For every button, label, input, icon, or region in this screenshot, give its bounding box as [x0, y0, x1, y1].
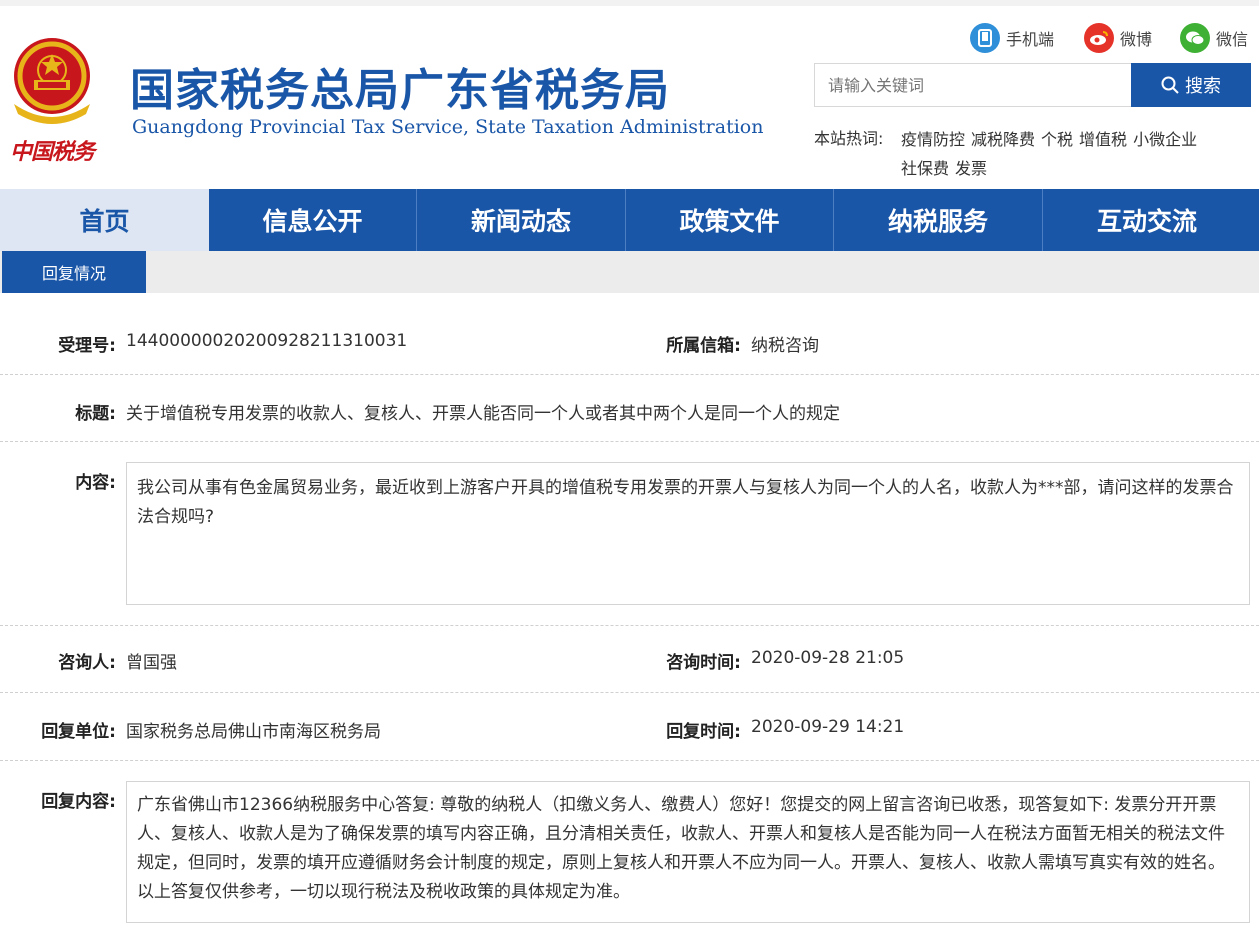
- mobile-link[interactable]: 手机端: [970, 23, 1054, 53]
- detail-row-content: 内容: 我公司从事有色金属贸易业务，最近收到上游客户开具的增值税专用发票的开票人…: [0, 442, 1259, 626]
- hot-words-list: 疫情防控减税降费个税增值税小微企业社保费发票: [901, 125, 1246, 183]
- detail-row-title: 标题: 关于增值税专用发票的收款人、复核人、开票人能否同一个人或者其中两个人是同…: [0, 375, 1259, 442]
- detail-row-asker: 咨询人: 曾国强 咨询时间: 2020-09-28 21:05: [0, 626, 1259, 693]
- asker-label: 咨询人:: [58, 648, 116, 673]
- content-box: 我公司从事有色金属贸易业务，最近收到上游客户开具的增值税专用发票的开票人与复核人…: [126, 462, 1250, 605]
- accept-no-label: 受理号:: [58, 331, 116, 356]
- detail-row-reply-unit: 回复单位: 国家税务总局佛山市南海区税务局 回复时间: 2020-09-29 1…: [0, 693, 1259, 761]
- nav-item-policy[interactable]: 政策文件: [626, 189, 834, 251]
- reply-content-label: 回复内容:: [41, 787, 116, 812]
- site-subtitle: Guangdong Provincial Tax Service, State …: [132, 116, 763, 138]
- main-nav: 首页 信息公开 新闻动态 政策文件 纳税服务 互动交流: [0, 189, 1259, 251]
- site-header: 中国税务 国家税务总局广东省税务局 Guangdong Provincial T…: [0, 6, 1259, 189]
- ask-time-label: 咨询时间:: [666, 648, 741, 673]
- detail-row-accept: 受理号: 1440000002020092821131​0031 所属信箱: 纳…: [0, 293, 1259, 375]
- nav-item-interaction[interactable]: 互动交流: [1043, 189, 1251, 251]
- tab-reply-status[interactable]: 回复情况: [2, 251, 146, 293]
- nav-item-news[interactable]: 新闻动态: [417, 189, 626, 251]
- reply-time-value: 2020-09-29 14:21: [751, 717, 904, 737]
- wechat-link[interactable]: 微信: [1180, 23, 1248, 53]
- hot-word[interactable]: 减税降费: [971, 130, 1035, 149]
- ask-time-value: 2020-09-28 21:05: [751, 648, 904, 668]
- nav-item-tax-service[interactable]: 纳税服务: [834, 189, 1043, 251]
- hot-word[interactable]: 发票: [955, 159, 987, 178]
- weibo-icon: [1084, 23, 1114, 53]
- search-icon: [1161, 76, 1179, 94]
- china-tax-logo-text: 中国税务: [10, 134, 94, 166]
- search-button[interactable]: 搜索: [1131, 63, 1251, 107]
- search-input[interactable]: [814, 63, 1132, 107]
- search-button-label: 搜索: [1185, 72, 1221, 98]
- mobile-label: 手机端: [1006, 26, 1054, 50]
- title-label: 标题:: [75, 399, 116, 424]
- mailbox-label: 所属信箱:: [666, 331, 741, 356]
- reply-unit-label: 回复单位:: [41, 717, 116, 742]
- nav-item-info-disclosure[interactable]: 信息公开: [209, 189, 417, 251]
- site-title: 国家税务总局广东省税务局: [130, 54, 670, 118]
- detail-row-reply: 回复内容: 广东省佛山市12366纳税服务中心答复: 尊敬的纳税人（扣缴义务人、…: [0, 761, 1259, 939]
- nav-item-home[interactable]: 首页: [0, 189, 209, 251]
- wechat-label: 微信: [1216, 26, 1248, 50]
- weibo-label: 微博: [1120, 26, 1152, 50]
- content-label: 内容:: [75, 468, 116, 493]
- mailbox-value: 纳税咨询: [751, 331, 819, 356]
- weibo-link[interactable]: 微博: [1084, 23, 1152, 53]
- asker-value: 曾国强: [126, 648, 177, 673]
- mobile-icon: [970, 23, 1000, 53]
- sub-nav: 回复情况: [0, 251, 1259, 293]
- accept-no-value: 1440000002020092821131​0031: [126, 331, 407, 351]
- hot-word[interactable]: 个税: [1041, 130, 1073, 149]
- hot-word[interactable]: 社保费: [901, 159, 949, 178]
- reply-unit-value: 国家税务总局佛山市南海区税务局: [126, 717, 381, 742]
- hot-word[interactable]: 小微企业: [1133, 130, 1197, 149]
- title-value: 关于增值税专用发票的收款人、复核人、开票人能否同一个人或者其中两个人是同一个人的…: [126, 399, 840, 424]
- reply-time-label: 回复时间:: [666, 717, 741, 742]
- hot-word[interactable]: 增值税: [1079, 130, 1127, 149]
- national-emblem-icon: [4, 34, 100, 124]
- hot-words-label: 本站热词:: [814, 125, 883, 149]
- hot-word[interactable]: 疫情防控: [901, 130, 965, 149]
- reply-content-box: 广东省佛山市12366纳税服务中心答复: 尊敬的纳税人（扣缴义务人、缴费人）您好…: [126, 781, 1250, 923]
- wechat-icon: [1180, 23, 1210, 53]
